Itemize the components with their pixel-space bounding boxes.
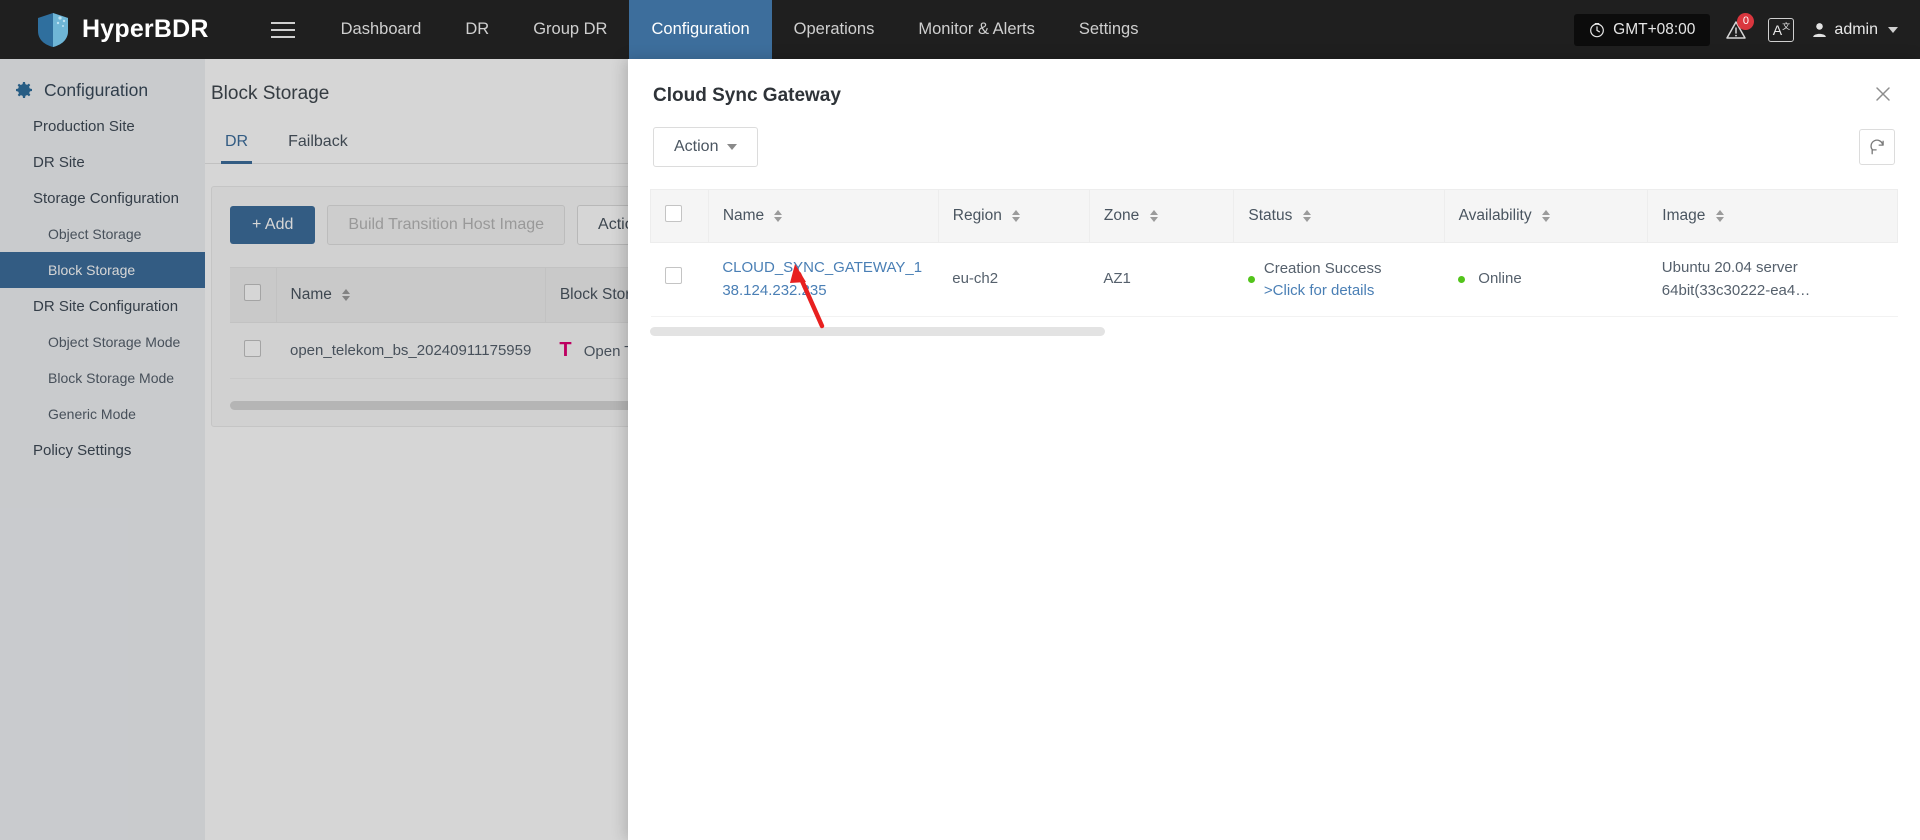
drawer-cell-image: Ubuntu 20.04 server 64bit(33c30222-ea4… (1647, 242, 1898, 317)
drawer-cell-availability: Online (1444, 242, 1648, 317)
sort-icon[interactable] (1302, 209, 1311, 222)
drawer-cell-status: Creation Success >Click for details (1233, 242, 1445, 317)
drawer-column-label-image: Image (1662, 207, 1706, 224)
sort-icon[interactable] (774, 209, 783, 222)
drawer-cell-region: eu-ch2 (938, 242, 1090, 317)
chevron-down-icon (727, 144, 738, 150)
drawer-column-label-region: Region (952, 207, 1002, 224)
nav-item-dr[interactable]: DR (443, 0, 511, 59)
clock-icon (1590, 22, 1605, 37)
top-navigation-bar: HyperBDR Dashboard DR Group DR Configura… (0, 0, 1920, 59)
drawer-header: Cloud Sync Gateway (628, 59, 1920, 107)
nav-item-settings[interactable]: Settings (1057, 0, 1161, 59)
nav-item-dashboard[interactable]: Dashboard (319, 0, 444, 59)
annotation-arrow (790, 264, 825, 329)
availability-indicator-dot (1458, 275, 1466, 283)
language-switch-button[interactable]: A文 (1768, 17, 1795, 42)
refresh-button[interactable] (1859, 129, 1895, 165)
drawer-action-dropdown-button[interactable]: Action (653, 127, 759, 167)
close-icon[interactable] (1870, 81, 1896, 107)
chevron-down-icon (1888, 26, 1898, 33)
drawer-column-label-zone: Zone (1103, 207, 1140, 224)
timezone-selector[interactable]: GMT+08:00 (1574, 13, 1711, 46)
drawer-table-header-row: Name Region Zone Status Availability Ima… (650, 189, 1898, 243)
brand-name: HyperBDR (82, 15, 209, 43)
sort-icon[interactable] (1012, 209, 1021, 222)
drawer-column-header-status[interactable]: Status (1233, 189, 1445, 243)
sort-icon[interactable] (1541, 209, 1550, 222)
sort-icon[interactable] (1715, 209, 1724, 222)
drawer-horizontal-scrollbar[interactable] (650, 327, 1105, 336)
sort-icon[interactable] (1149, 209, 1158, 222)
timezone-label: GMT+08:00 (1613, 20, 1696, 38)
drawer-column-label-name: Name (722, 207, 765, 224)
drawer-column-header-availability[interactable]: Availability (1444, 189, 1649, 243)
nav-item-monitor-alerts[interactable]: Monitor & Alerts (896, 0, 1056, 59)
language-label: A (1772, 21, 1783, 38)
alert-count-badge: 0 (1737, 12, 1755, 30)
user-menu[interactable]: admin (1808, 21, 1898, 39)
drawer-select-all-header (650, 189, 709, 243)
hamburger-icon[interactable] (257, 0, 309, 59)
drawer-column-header-name[interactable]: Name (708, 189, 939, 243)
user-avatar-icon (1813, 22, 1827, 37)
nav-item-configuration[interactable]: Configuration (629, 0, 772, 59)
nav-item-operations[interactable]: Operations (772, 0, 897, 59)
drawer-column-label-availability: Availability (1458, 207, 1532, 224)
top-right-actions: GMT+08:00 0 A文 admin (1574, 0, 1920, 59)
drawer-row-checkbox[interactable] (664, 267, 682, 285)
drawer-column-label-status: Status (1248, 207, 1293, 224)
drawer-row-select-cell (650, 242, 709, 317)
drawer-title: Cloud Sync Gateway (653, 85, 841, 106)
main-nav: Dashboard DR Group DR Configuration Oper… (319, 0, 1161, 59)
availability-text: Online (1478, 270, 1522, 288)
drawer-column-header-image[interactable]: Image (1647, 189, 1898, 243)
user-name: admin (1834, 20, 1878, 38)
drawer-select-all-checkbox[interactable] (665, 205, 682, 222)
brand-logo-area[interactable]: HyperBDR (0, 0, 235, 59)
drawer-column-header-zone[interactable]: Zone (1089, 189, 1235, 243)
close-glyph (1876, 87, 1890, 101)
drawer-cell-zone: AZ1 (1089, 242, 1234, 317)
cloud-sync-gateway-drawer: Cloud Sync Gateway Action Name Region Zo… (628, 59, 1920, 840)
drawer-action-label: Action (674, 138, 719, 155)
alerts-button[interactable]: 0 (1714, 8, 1758, 52)
status-text: Creation Success (1263, 259, 1382, 277)
drawer-toolbar: Action (628, 107, 1920, 167)
language-sup: 文 (1782, 22, 1791, 31)
nav-item-group-dr[interactable]: Group DR (511, 0, 629, 59)
drawer-column-header-region[interactable]: Region (938, 189, 1090, 243)
refresh-icon (1869, 139, 1884, 154)
hyperbdr-shield-icon (38, 12, 68, 47)
status-details-link[interactable]: >Click for details (1264, 280, 1382, 302)
status-indicator-dot (1247, 276, 1255, 283)
